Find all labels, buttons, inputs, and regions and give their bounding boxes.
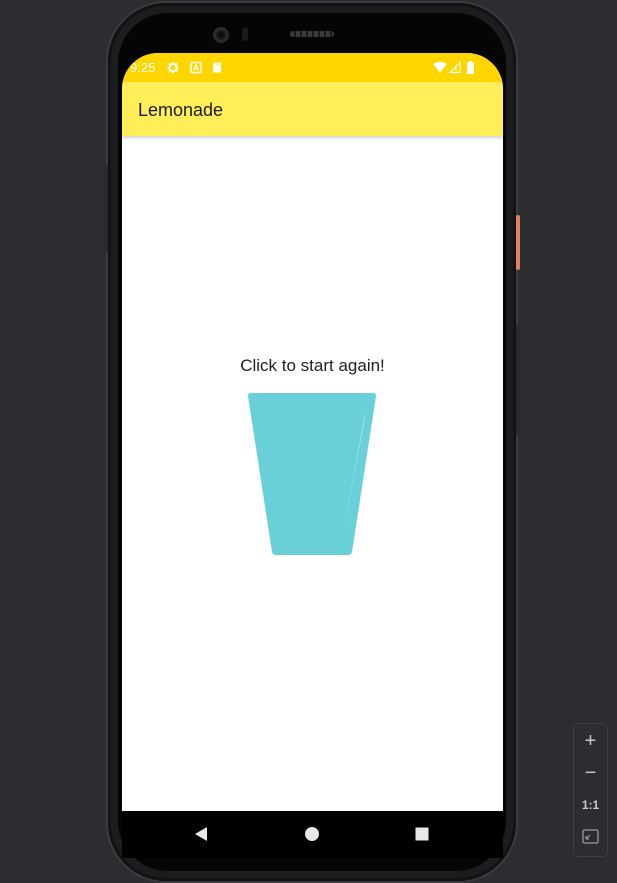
earpiece-speaker [290,31,334,37]
main-content: Click to start again! [122,136,503,811]
home-icon[interactable] [302,824,322,844]
zoom-in-button[interactable]: + [574,725,607,757]
battery-icon [467,61,474,74]
actual-size-button[interactable]: 1:1 [574,789,607,821]
front-camera [213,27,229,43]
fit-screen-icon [582,829,599,844]
phone-screen: 9:25 Lemonade Click to start again! [122,53,503,858]
app-title: Lemonade [138,100,224,120]
wifi-icon [433,61,447,73]
settings-icon [167,62,179,73]
back-icon[interactable] [192,824,212,844]
navigation-bar [122,811,503,858]
app-bar: Lemonade [122,82,503,136]
recents-icon[interactable] [412,824,432,844]
empty-glass-icon[interactable] [246,392,378,558]
zoom-out-button[interactable]: − [574,757,607,789]
sd-card-icon [213,62,221,73]
status-bar: 9:25 [122,53,503,82]
power-button[interactable] [516,215,520,270]
volume-button[interactable] [516,325,520,435]
text-a-icon [190,61,202,74]
signal-icon [449,61,461,74]
proximity-sensor [242,27,248,41]
left-side-button [104,165,108,253]
instruction-text: Click to start again! [240,356,385,375]
fit-screen-button[interactable] [574,821,607,853]
zoom-controls: + − 1:1 [574,724,607,856]
status-time: 9:25 [130,60,156,75]
